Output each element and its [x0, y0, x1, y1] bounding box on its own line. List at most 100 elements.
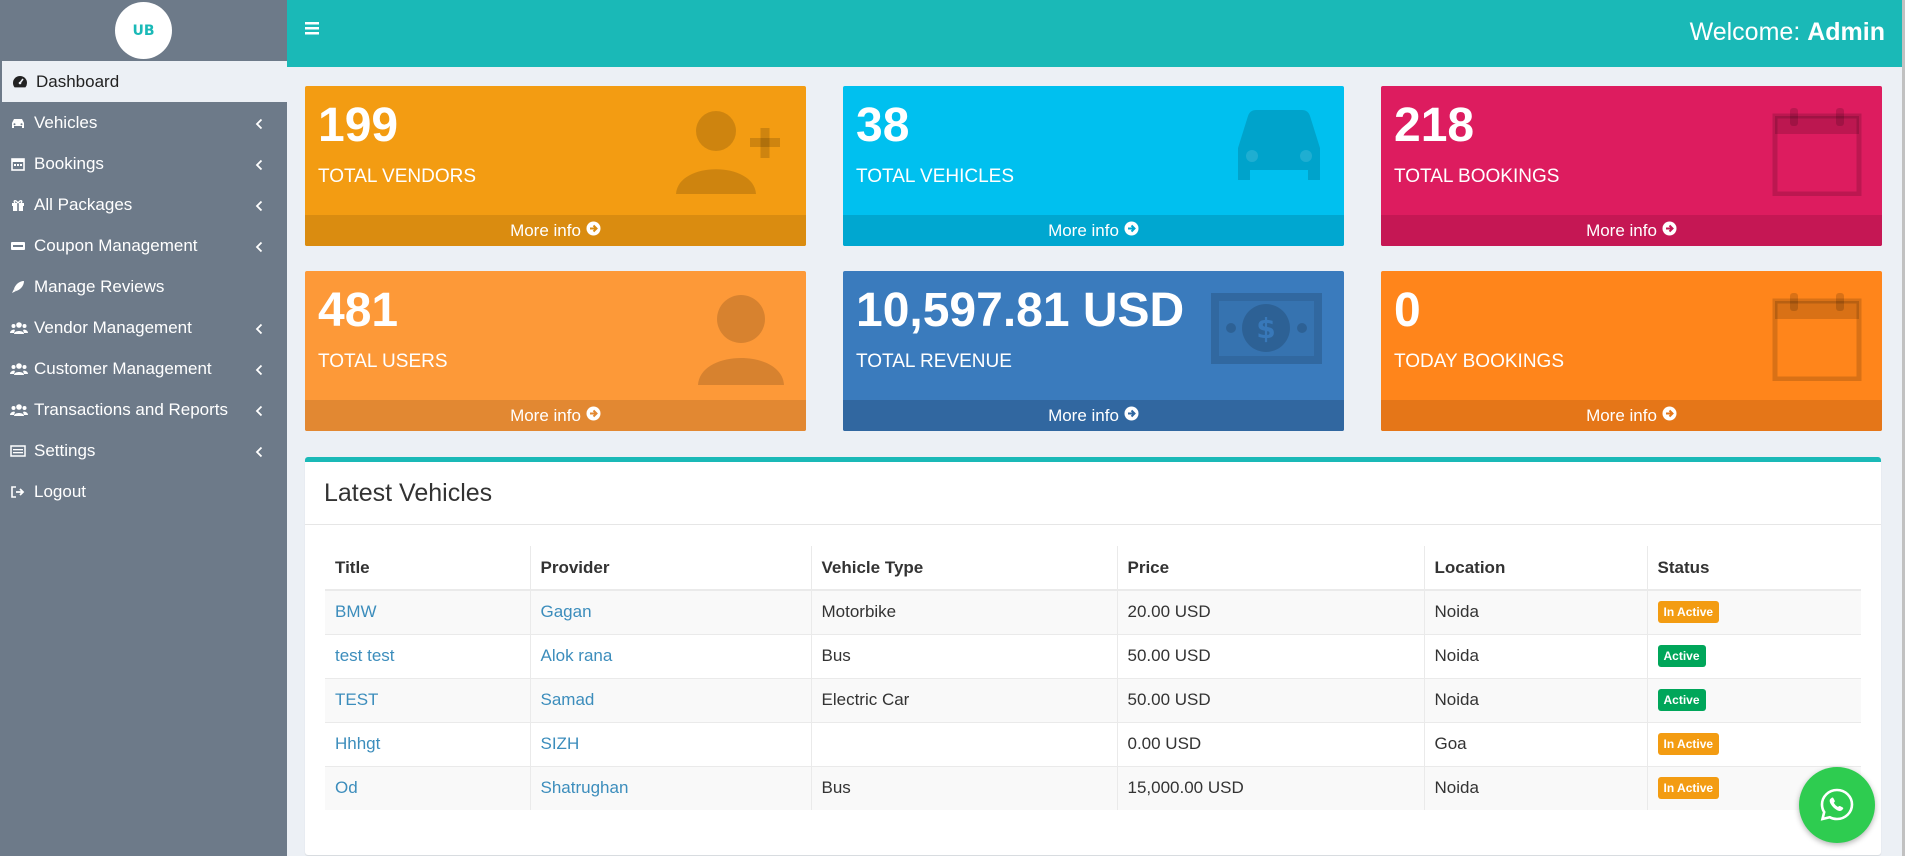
sidebar-item-coupon-management[interactable]: Coupon Management: [0, 225, 287, 266]
sidebar-item-label: Bookings: [34, 153, 104, 173]
sidebar-item-manage-reviews[interactable]: Manage Reviews: [0, 266, 287, 307]
more-info-link[interactable]: More info: [1381, 215, 1882, 246]
vehicle-title-link[interactable]: TEST: [335, 690, 378, 709]
stat-box-total-bookings: 218 TOTAL BOOKINGS More info: [1381, 86, 1882, 246]
stat-label: TOTAL BOOKINGS: [1394, 166, 1560, 187]
table-row: BMW Gagan Motorbike 20.00 USD Noida In Active: [325, 589, 1861, 634]
sidebar-item-label: Dashboard: [36, 71, 120, 91]
cell-location: Noida: [1424, 589, 1648, 634]
provider-link[interactable]: Samad: [541, 690, 595, 709]
column-header: Vehicle Type: [811, 546, 1118, 591]
top-header: Welcome: Admin: [287, 0, 1905, 67]
arrow-circle-right-icon: [1124, 221, 1139, 241]
sidebar-item-dashboard[interactable]: Dashboard: [2, 61, 287, 102]
provider-link[interactable]: Alok rana: [541, 646, 613, 665]
status-badge: Active: [1657, 645, 1706, 667]
stat-box-total-vehicles: 38 TOTAL VEHICLES More info: [843, 86, 1344, 246]
sidebar-item-settings[interactable]: Settings: [0, 430, 287, 471]
vehicle-title-link[interactable]: Hhhgt: [335, 734, 380, 753]
vehicle-title-link[interactable]: BMW: [335, 602, 377, 621]
cell-price: 0.00 USD: [1117, 721, 1425, 766]
sidebar-item-transactions-and-reports[interactable]: Transactions and Reports: [0, 389, 287, 430]
cell-vehicle-type: [811, 721, 1118, 766]
car-icon: [10, 115, 34, 131]
more-info-link[interactable]: More info: [305, 215, 806, 246]
calendar-icon: [1772, 106, 1862, 200]
more-info-link[interactable]: More info: [843, 215, 1344, 246]
sidebar-item-vendor-management[interactable]: Vendor Management: [0, 307, 287, 348]
cell-price: 20.00 USD: [1117, 589, 1425, 634]
whatsapp-icon: [1820, 788, 1854, 821]
logo[interactable]: UB: [115, 2, 172, 59]
sidebar-item-logout[interactable]: Logout: [0, 471, 287, 512]
cell-provider: SIZH: [530, 721, 812, 766]
car-icon: [1234, 106, 1324, 190]
stat-label: TOTAL REVENUE: [856, 351, 1012, 372]
more-info-link[interactable]: More info: [1381, 400, 1882, 431]
cell-location: Noida: [1424, 765, 1648, 810]
cell-provider: Gagan: [530, 589, 812, 634]
provider-link[interactable]: Gagan: [541, 602, 592, 621]
stat-value: 218: [1394, 99, 1475, 152]
stat-value: 38: [856, 99, 910, 152]
cell-vehicle-type: Bus: [811, 765, 1118, 810]
cell-title: TEST: [325, 677, 531, 722]
cell-price: 50.00 USD: [1117, 677, 1425, 722]
cell-status: Active: [1647, 633, 1861, 678]
logo-area: UB: [0, 0, 287, 61]
cell-title: BMW: [325, 589, 531, 634]
more-info-label: More info: [1048, 220, 1119, 240]
chevron-left-icon: [255, 238, 263, 258]
provider-link[interactable]: SIZH: [541, 734, 580, 753]
sidebar-item-label: Settings: [34, 440, 96, 460]
status-badge: In Active: [1657, 601, 1720, 624]
table-row: Od Shatrughan Bus 15,000.00 USD Noida In Acti…: [325, 765, 1861, 810]
whatsapp-button[interactable]: [1799, 767, 1875, 843]
menu-toggle-icon[interactable]: [305, 20, 319, 39]
arrow-circle-right-icon: [586, 221, 601, 241]
calendar-icon: [10, 156, 34, 172]
user-icon: [696, 291, 786, 390]
sidebar-item-label: Vehicles: [34, 112, 98, 132]
stat-label: TOTAL USERS: [318, 351, 448, 372]
sidebar-item-bookings[interactable]: Bookings: [0, 143, 287, 184]
svg-text:$: $: [1256, 312, 1275, 345]
admin-name[interactable]: Admin: [1807, 18, 1885, 46]
latest-vehicles-panel: Latest Vehicles Title Provider Vehicle Typ…: [305, 457, 1881, 855]
stat-value: 199: [318, 99, 399, 152]
more-info-link[interactable]: More info: [843, 400, 1344, 431]
calendar-icon: [1772, 291, 1862, 385]
cell-provider: Shatrughan: [530, 765, 812, 810]
vehicle-title-link[interactable]: test test: [335, 646, 395, 665]
sidebar-item-vehicles[interactable]: Vehicles: [0, 102, 287, 143]
cell-status: In Active: [1647, 589, 1861, 634]
cell-provider: Alok rana: [530, 633, 812, 678]
sidebar-item-label: Vendor Management: [34, 317, 192, 337]
sidebar-item-label: All Packages: [34, 194, 133, 214]
column-header: Title: [325, 546, 531, 591]
stat-label: TOTAL VEHICLES: [856, 166, 1015, 187]
column-header: Price: [1117, 546, 1425, 591]
more-info-label: More info: [1586, 405, 1657, 425]
cell-status: Active: [1647, 677, 1861, 722]
provider-link[interactable]: Shatrughan: [541, 778, 629, 797]
column-header: Status: [1647, 546, 1861, 591]
table-row: test test Alok rana Bus 50.00 USD Noida Activ…: [325, 633, 1861, 678]
more-info-link[interactable]: More info: [305, 400, 806, 431]
cell-title: Od: [325, 765, 531, 810]
more-info-label: More info: [510, 220, 581, 240]
sidebar-item-all-packages[interactable]: All Packages: [0, 184, 287, 225]
sidebar-item-customer-management[interactable]: Customer Management: [0, 348, 287, 389]
sidebar-item-label: Manage Reviews: [34, 276, 165, 296]
vehicle-title-link[interactable]: Od: [335, 778, 358, 797]
arrow-circle-right-icon: [586, 406, 601, 426]
cell-location: Goa: [1424, 721, 1648, 766]
stat-box-today-bookings: 0 TODAY BOOKINGS More info: [1381, 271, 1882, 431]
cell-location: Noida: [1424, 677, 1648, 722]
cell-title: Hhhgt: [325, 721, 531, 766]
table-row: TEST Samad Electric Car 50.00 USD Noida Activ…: [325, 677, 1861, 722]
cell-title: test test: [325, 633, 531, 678]
welcome-text: Welcome: Admin: [1690, 18, 1885, 47]
arrow-circle-right-icon: [1662, 221, 1677, 241]
more-info-label: More info: [1586, 220, 1657, 240]
